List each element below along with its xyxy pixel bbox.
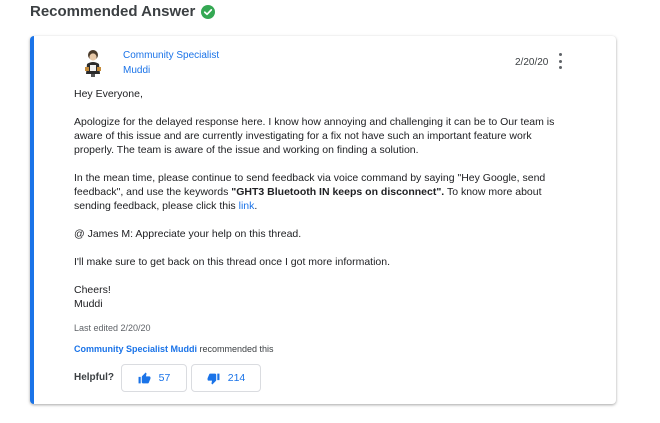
downvote-count: 214 [227, 372, 246, 384]
last-edited: Last edited 2/20/20 [74, 323, 151, 333]
feedback-keywords: "GHT3 Bluetooth IN keeps on disconnect". [231, 186, 445, 198]
author-role-link[interactable]: Community Specialist [123, 50, 219, 61]
paragraph-2-end: . [254, 200, 258, 212]
thumbs-up-icon [138, 372, 151, 383]
answer-card: Community Specialist Muddi 2/20/20 Hey E… [30, 36, 616, 404]
check-circle-icon [201, 4, 216, 19]
heading-title: Recommended Answer [30, 3, 196, 20]
paragraph-3: @ James M: Appreciate your help on this … [74, 228, 302, 240]
thumbs-down-icon [207, 373, 220, 384]
greeting: Hey Everyone, [74, 88, 143, 100]
answer-body: Hey Everyone, Apologize for the delayed … [74, 87, 574, 311]
recommender-link[interactable]: Community Specialist Muddi [74, 344, 197, 354]
signoff: Cheers! Muddi [74, 283, 574, 311]
thumbs-up-button[interactable]: 57 [121, 364, 187, 392]
paragraph-2: In the mean time, please continue to sen… [74, 171, 574, 213]
upvote-count: 57 [158, 372, 171, 384]
more-options-icon[interactable] [554, 53, 566, 69]
paragraph-4: I'll make sure to get back on this threa… [74, 256, 390, 268]
signature: Muddi [74, 298, 103, 310]
feedback-link[interactable]: link [239, 200, 255, 212]
paragraph-1: Apologize for the delayed response here.… [74, 116, 555, 156]
author-name-link[interactable]: Muddi [123, 65, 150, 76]
helpful-label: Helpful? [74, 372, 114, 383]
signoff-text: Cheers! [74, 284, 111, 296]
post-date: 2/20/20 [515, 57, 549, 68]
avatar[interactable] [82, 49, 104, 77]
recommended-answer-heading: Recommended Answer [30, 3, 216, 20]
recommended-suffix: recommended this [197, 344, 274, 354]
recommended-by: Community Specialist Muddi recommended t… [74, 344, 274, 354]
thumbs-down-button[interactable]: 214 [191, 364, 261, 392]
